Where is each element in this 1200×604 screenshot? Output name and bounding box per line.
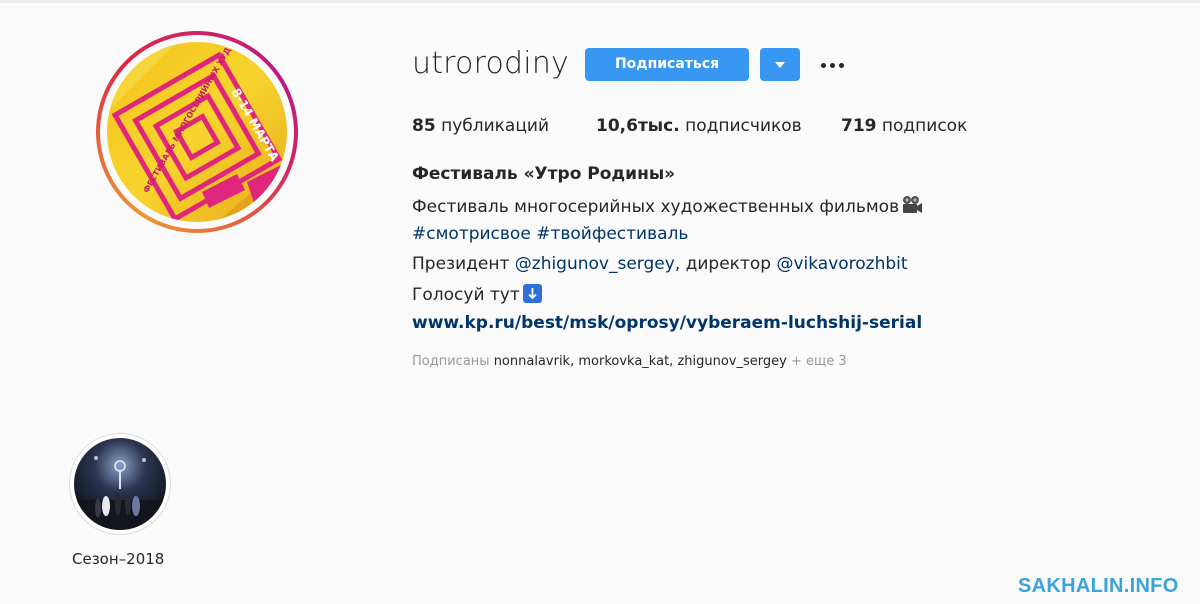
posts-label: публикаций <box>441 116 550 136</box>
follower-username: zhigunov_sergey <box>677 354 787 369</box>
bio-description: Фестиваль многосерийных художественных ф… <box>412 195 923 220</box>
following-count: 719 <box>841 116 877 136</box>
followers-label: подписчиков <box>685 116 802 136</box>
bio-vote-line: Голосуй тут <box>412 284 542 305</box>
posts-count: 85 <box>412 116 436 136</box>
followed-by[interactable]: Подписаны nonnalavrik, morkovka_kat, zhi… <box>412 354 847 369</box>
suggestions-dropdown-button[interactable] <box>760 48 800 81</box>
highlight-label: Сезон–2018 <box>72 550 165 568</box>
top-divider <box>0 0 1200 3</box>
more-options-button[interactable] <box>815 55 849 75</box>
bio-full-name: Фестиваль «Утро Родины» <box>412 164 676 184</box>
bio-hashtags: #смотрисвое #твойфестиваль <box>412 224 688 244</box>
bio-website-link[interactable]: www.kp.ru/best/msk/oprosy/vyberaem-luchs… <box>412 313 922 333</box>
story-highlight[interactable] <box>69 433 171 535</box>
hashtag-link[interactable]: #твойфестиваль <box>536 224 688 244</box>
follower-username: nonnalavrik <box>493 354 571 369</box>
movie-camera-icon <box>901 195 923 220</box>
following-label: подписок <box>881 116 968 136</box>
avatar-image: ФЕСТИВАЛЬ МНОГОСЕРИЙНЫХ ХУДОЖЕСТВЕННЫХ Ф… <box>107 42 287 222</box>
stat-posts: 85 публикаций <box>412 116 549 136</box>
follow-button[interactable]: Подписаться <box>585 48 749 81</box>
follower-username: morkovka_kat <box>578 354 670 369</box>
highlight-cover-image <box>74 438 166 530</box>
down-arrow-icon <box>522 284 542 303</box>
stat-following[interactable]: 719 подписок <box>841 116 967 136</box>
site-watermark: SAKHALIN.INFO <box>1018 575 1179 597</box>
followers-count: 10,6тыс. <box>596 116 680 136</box>
hashtag-link[interactable]: #смотрисвое <box>412 224 531 244</box>
profile-username: utrorodiny <box>412 46 569 81</box>
bio-mentions: Президент @zhigunov_sergey, директор @vi… <box>412 254 908 274</box>
profile-avatar[interactable]: ФЕСТИВАЛЬ МНОГОСЕРИЙНЫХ ХУДОЖЕСТВЕННЫХ Ф… <box>96 31 298 233</box>
mention-link[interactable]: @vikavorozhbit <box>776 254 907 274</box>
mention-link[interactable]: @zhigunov_sergey <box>515 254 675 274</box>
more-followers: + еще 3 <box>786 354 847 369</box>
stat-followers[interactable]: 10,6тыс. подписчиков <box>596 116 802 136</box>
more-options-icon <box>820 62 826 68</box>
caret-down-icon <box>775 61 785 68</box>
